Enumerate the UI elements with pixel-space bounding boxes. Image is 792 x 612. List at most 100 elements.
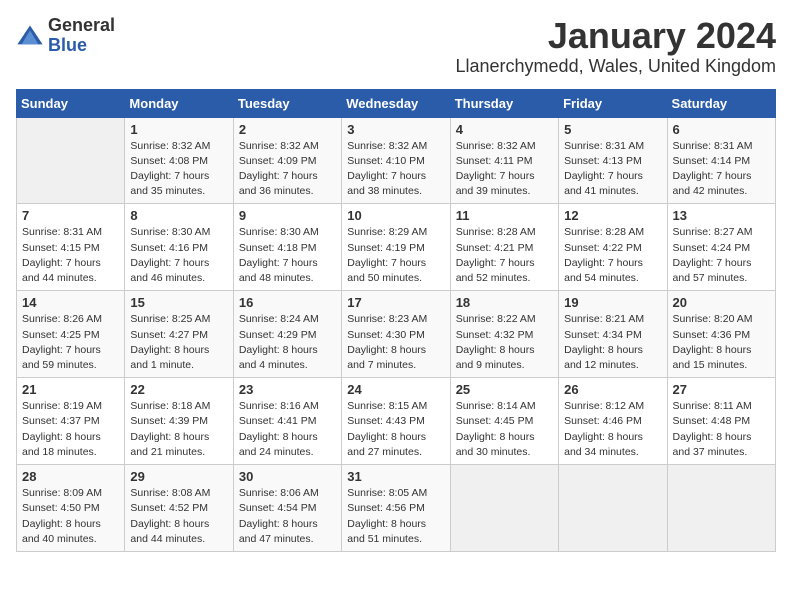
day-info: Sunrise: 8:22 AMSunset: 4:32 PMDaylight:… (456, 312, 553, 373)
day-number: 14 (22, 295, 119, 310)
calendar-cell: 20 Sunrise: 8:20 AMSunset: 4:36 PMDayligh… (667, 291, 775, 378)
day-number: 22 (130, 382, 227, 397)
day-info: Sunrise: 8:23 AMSunset: 4:30 PMDaylight:… (347, 312, 444, 373)
day-number: 17 (347, 295, 444, 310)
day-number: 21 (22, 382, 119, 397)
week-row-2: 7 Sunrise: 8:31 AMSunset: 4:15 PMDaylight… (17, 204, 776, 291)
day-info: Sunrise: 8:19 AMSunset: 4:37 PMDaylight:… (22, 399, 119, 460)
day-info: Sunrise: 8:27 AMSunset: 4:24 PMDaylight:… (673, 225, 770, 286)
day-info: Sunrise: 8:26 AMSunset: 4:25 PMDaylight:… (22, 312, 119, 373)
week-row-1: 1 Sunrise: 8:32 AMSunset: 4:08 PMDaylight… (17, 117, 776, 204)
day-number: 20 (673, 295, 770, 310)
column-header-saturday: Saturday (667, 89, 775, 117)
day-number: 18 (456, 295, 553, 310)
calendar-cell (450, 465, 558, 552)
calendar-cell: 13 Sunrise: 8:27 AMSunset: 4:24 PMDayligh… (667, 204, 775, 291)
day-number: 3 (347, 122, 444, 137)
day-number: 12 (564, 208, 661, 223)
column-header-monday: Monday (125, 89, 233, 117)
day-info: Sunrise: 8:16 AMSunset: 4:41 PMDaylight:… (239, 399, 336, 460)
day-info: Sunrise: 8:31 AMSunset: 4:13 PMDaylight:… (564, 139, 661, 200)
day-info: Sunrise: 8:32 AMSunset: 4:09 PMDaylight:… (239, 139, 336, 200)
calendar-cell: 6Sunrise: 8:31 AMSunset: 4:14 PMDaylight… (667, 117, 775, 204)
day-number: 4 (456, 122, 553, 137)
page-header: General Blue January 2024 Llanerchymedd,… (16, 16, 776, 77)
week-row-4: 21 Sunrise: 8:19 AMSunset: 4:37 PMDayligh… (17, 378, 776, 465)
calendar-cell: 22 Sunrise: 8:18 AMSunset: 4:39 PMDayligh… (125, 378, 233, 465)
day-info: Sunrise: 8:28 AMSunset: 4:22 PMDaylight:… (564, 225, 661, 286)
title-block: January 2024 Llanerchymedd, Wales, Unite… (456, 16, 777, 77)
day-info: Sunrise: 8:21 AMSunset: 4:34 PMDaylight:… (564, 312, 661, 373)
column-header-friday: Friday (559, 89, 667, 117)
day-info: Sunrise: 8:14 AMSunset: 4:45 PMDaylight:… (456, 399, 553, 460)
page-title: January 2024 (456, 16, 777, 56)
calendar-cell: 31 Sunrise: 8:05 AMSunset: 4:56 PMDayligh… (342, 465, 450, 552)
day-number: 7 (22, 208, 119, 223)
calendar-cell: 1 Sunrise: 8:32 AMSunset: 4:08 PMDaylight… (125, 117, 233, 204)
day-info: Sunrise: 8:28 AMSunset: 4:21 PMDaylight:… (456, 225, 553, 286)
calendar-cell: 30Sunrise: 8:06 AMSunset: 4:54 PMDayligh… (233, 465, 341, 552)
week-row-5: 28 Sunrise: 8:09 AMSunset: 4:50 PMDayligh… (17, 465, 776, 552)
day-info: Sunrise: 8:20 AMSunset: 4:36 PMDaylight:… (673, 312, 770, 373)
day-info: Sunrise: 8:30 AMSunset: 4:18 PMDaylight:… (239, 225, 336, 286)
day-number: 29 (130, 469, 227, 484)
day-info: Sunrise: 8:06 AMSunset: 4:54 PMDaylight:… (239, 486, 336, 547)
day-number: 9 (239, 208, 336, 223)
day-number: 13 (673, 208, 770, 223)
day-info: Sunrise: 8:32 AMSunset: 4:10 PMDaylight:… (347, 139, 444, 200)
calendar-cell: 11Sunrise: 8:28 AMSunset: 4:21 PMDayligh… (450, 204, 558, 291)
calendar-cell: 21 Sunrise: 8:19 AMSunset: 4:37 PMDayligh… (17, 378, 125, 465)
day-number: 16 (239, 295, 336, 310)
calendar-cell (17, 117, 125, 204)
calendar-cell: 26 Sunrise: 8:12 AMSunset: 4:46 PMDayligh… (559, 378, 667, 465)
column-header-wednesday: Wednesday (342, 89, 450, 117)
calendar-cell: 3 Sunrise: 8:32 AMSunset: 4:10 PMDaylight… (342, 117, 450, 204)
day-number: 15 (130, 295, 227, 310)
day-number: 28 (22, 469, 119, 484)
day-number: 8 (130, 208, 227, 223)
calendar-cell: 7 Sunrise: 8:31 AMSunset: 4:15 PMDaylight… (17, 204, 125, 291)
logo-blue: Blue (48, 35, 87, 55)
day-number: 2 (239, 122, 336, 137)
day-number: 23 (239, 382, 336, 397)
day-info: Sunrise: 8:32 AMSunset: 4:08 PMDaylight:… (130, 139, 227, 200)
column-header-sunday: Sunday (17, 89, 125, 117)
calendar-cell: 18 Sunrise: 8:22 AMSunset: 4:32 PMDayligh… (450, 291, 558, 378)
day-info: Sunrise: 8:12 AMSunset: 4:46 PMDaylight:… (564, 399, 661, 460)
day-info: Sunrise: 8:18 AMSunset: 4:39 PMDaylight:… (130, 399, 227, 460)
calendar-cell: 15 Sunrise: 8:25 AMSunset: 4:27 PMDayligh… (125, 291, 233, 378)
calendar-cell: 27Sunrise: 8:11 AMSunset: 4:48 PMDayligh… (667, 378, 775, 465)
logo-text: General Blue (48, 16, 115, 56)
calendar-cell: 2 Sunrise: 8:32 AMSunset: 4:09 PMDaylight… (233, 117, 341, 204)
calendar-cell: 8Sunrise: 8:30 AMSunset: 4:16 PMDaylight… (125, 204, 233, 291)
week-row-3: 14 Sunrise: 8:26 AMSunset: 4:25 PMDayligh… (17, 291, 776, 378)
day-info: Sunrise: 8:29 AMSunset: 4:19 PMDaylight:… (347, 225, 444, 286)
day-info: Sunrise: 8:05 AMSunset: 4:56 PMDaylight:… (347, 486, 444, 547)
day-number: 31 (347, 469, 444, 484)
calendar-cell: 10 Sunrise: 8:29 AMSunset: 4:19 PMDayligh… (342, 204, 450, 291)
day-info: Sunrise: 8:25 AMSunset: 4:27 PMDaylight:… (130, 312, 227, 373)
calendar-cell: 28 Sunrise: 8:09 AMSunset: 4:50 PMDayligh… (17, 465, 125, 552)
day-info: Sunrise: 8:24 AMSunset: 4:29 PMDaylight:… (239, 312, 336, 373)
calendar-cell: 19Sunrise: 8:21 AMSunset: 4:34 PMDayligh… (559, 291, 667, 378)
day-number: 5 (564, 122, 661, 137)
day-number: 27 (673, 382, 770, 397)
day-number: 26 (564, 382, 661, 397)
logo: General Blue (16, 16, 115, 56)
calendar-cell: 29 Sunrise: 8:08 AMSunset: 4:52 PMDayligh… (125, 465, 233, 552)
calendar-table: SundayMondayTuesdayWednesdayThursdayFrid… (16, 89, 776, 552)
day-number: 24 (347, 382, 444, 397)
calendar-cell: 17 Sunrise: 8:23 AMSunset: 4:30 PMDayligh… (342, 291, 450, 378)
day-info: Sunrise: 8:08 AMSunset: 4:52 PMDaylight:… (130, 486, 227, 547)
calendar-cell: 24Sunrise: 8:15 AMSunset: 4:43 PMDayligh… (342, 378, 450, 465)
page-subtitle: Llanerchymedd, Wales, United Kingdom (456, 56, 777, 77)
calendar-cell: 12 Sunrise: 8:28 AMSunset: 4:22 PMDayligh… (559, 204, 667, 291)
calendar-cell: 23 Sunrise: 8:16 AMSunset: 4:41 PMDayligh… (233, 378, 341, 465)
day-number: 6 (673, 122, 770, 137)
calendar-cell: 4Sunrise: 8:32 AMSunset: 4:11 PMDaylight… (450, 117, 558, 204)
day-number: 10 (347, 208, 444, 223)
calendar-cell: 14 Sunrise: 8:26 AMSunset: 4:25 PMDayligh… (17, 291, 125, 378)
day-info: Sunrise: 8:09 AMSunset: 4:50 PMDaylight:… (22, 486, 119, 547)
day-info: Sunrise: 8:31 AMSunset: 4:15 PMDaylight:… (22, 225, 119, 286)
day-number: 1 (130, 122, 227, 137)
